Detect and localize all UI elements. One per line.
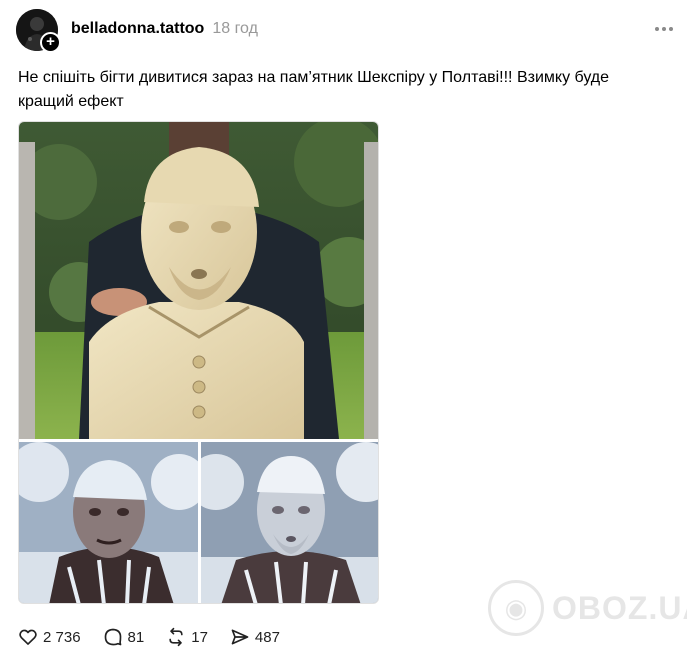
likes-count: 2 736 xyxy=(43,628,81,646)
watermark-text: OBOZ.UA xyxy=(552,589,687,626)
username-link[interactable]: belladonna.tattoo xyxy=(71,20,204,38)
heart-icon xyxy=(19,629,37,645)
comment-button[interactable]: 81 xyxy=(103,627,145,647)
reposts-count: 17 xyxy=(191,628,208,646)
comments-count: 81 xyxy=(127,628,145,646)
like-button[interactable]: 2 736 xyxy=(18,627,81,647)
post-caption: Не спішіть бігти дивитися зараз на пам’я… xyxy=(18,69,610,110)
repost-icon xyxy=(169,627,183,647)
post-time[interactable]: 18 год xyxy=(212,20,258,38)
comment-icon xyxy=(104,628,121,646)
share-icon xyxy=(231,629,249,645)
oboz-logo-icon: ◉ xyxy=(488,580,544,636)
shares-count: 487 xyxy=(254,628,280,646)
follow-button[interactable]: + xyxy=(40,32,61,53)
oboz-watermark: ◉ OBOZ.UA xyxy=(488,580,687,636)
post-actions: 2 736 81 17 487 xyxy=(18,626,302,648)
media-grid xyxy=(18,121,379,604)
avatar[interactable]: + xyxy=(16,9,61,53)
shakespeare-monument-photo[interactable] xyxy=(19,122,378,439)
thread-post: + belladonna.tattoo 18 год Не спішіть бі… xyxy=(0,0,687,656)
frozen-face-still-left[interactable] xyxy=(19,442,198,603)
post-header: belladonna.tattoo 18 год xyxy=(71,20,258,38)
share-button[interactable]: 487 xyxy=(230,627,280,647)
repost-button[interactable]: 17 xyxy=(166,627,208,647)
frozen-monument-edit-right[interactable] xyxy=(201,442,378,603)
three-dots-icon[interactable] xyxy=(655,22,681,36)
